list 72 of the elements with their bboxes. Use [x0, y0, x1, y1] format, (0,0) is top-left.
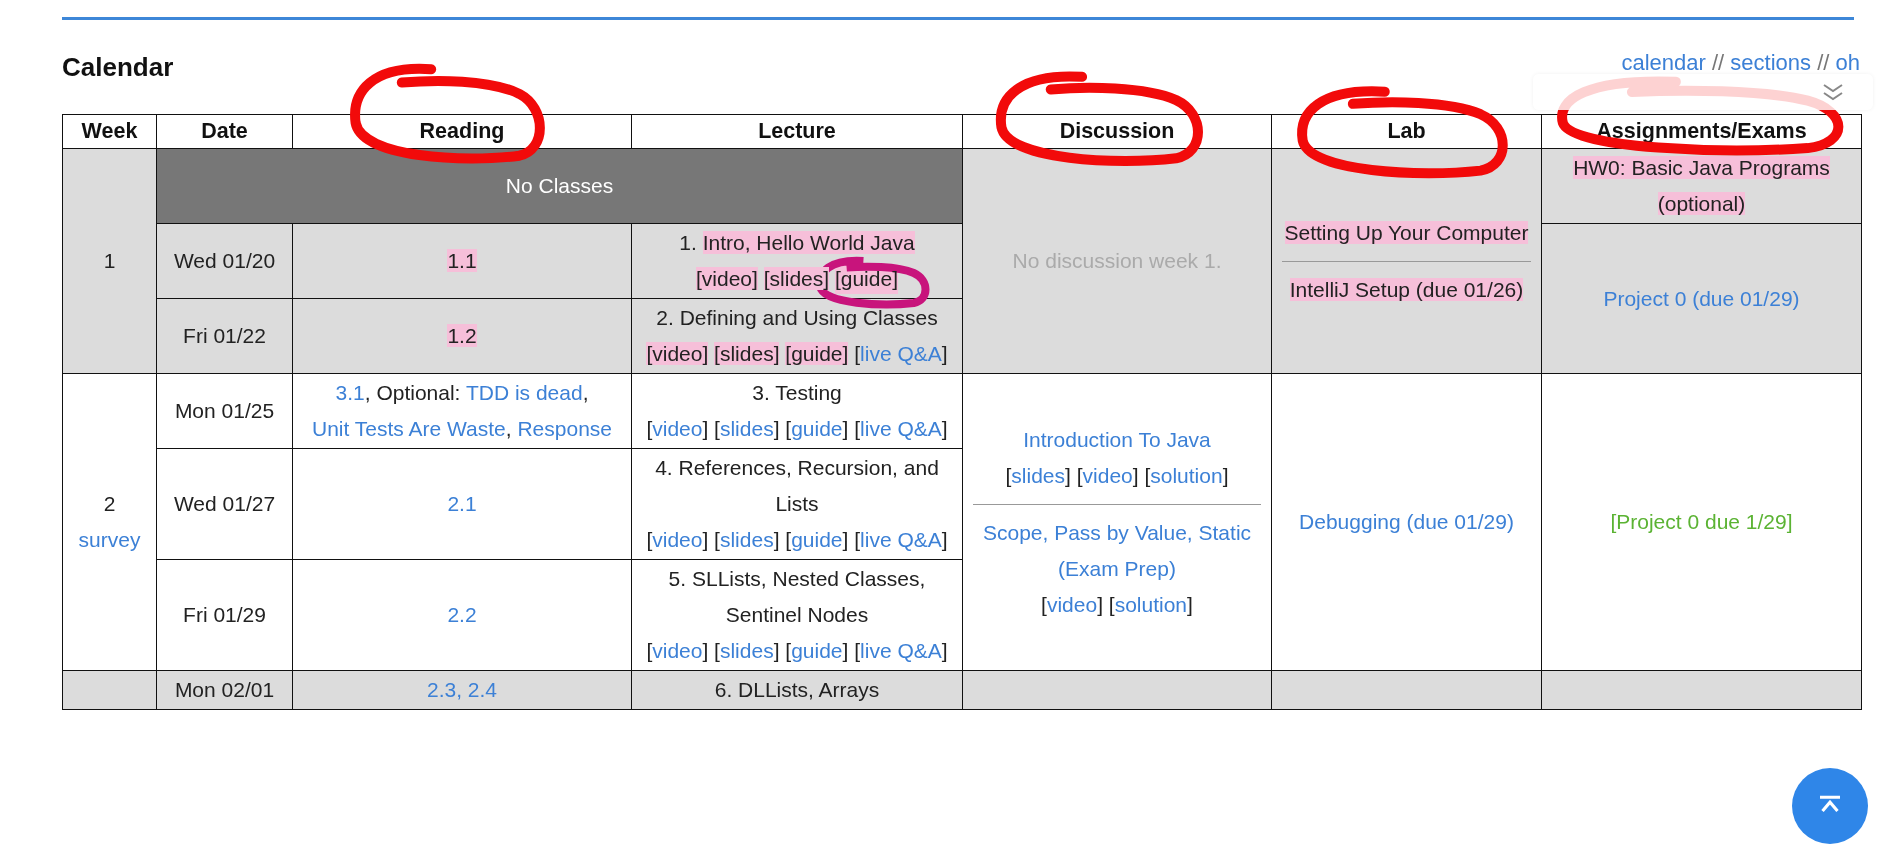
link[interactable]: slides — [719, 417, 774, 440]
link[interactable]: guide — [791, 528, 843, 551]
link[interactable]: Scope, Pass by Value, Static — [982, 520, 1252, 544]
cell-text: 6. DLLists, Arrays — [713, 677, 881, 703]
cell-text: 1. Intro, Hello World Java — [678, 230, 916, 256]
link[interactable]: video — [1046, 592, 1098, 616]
cell-text: [slides] [video] [solution] — [1004, 462, 1230, 489]
link[interactable]: video — [652, 528, 703, 551]
cell-text: HW0: Basic Java Programs (optional) — [1572, 155, 1831, 217]
link[interactable]: video — [1082, 463, 1133, 487]
link[interactable]: live Q&A — [860, 417, 942, 440]
link[interactable]: sections — [1730, 50, 1812, 75]
link[interactable]: calendar — [1621, 50, 1706, 75]
cell-text: [video] [slides] [guide] [live Q&A] — [645, 638, 949, 664]
column-header: Discussion — [1059, 119, 1175, 143]
link[interactable]: live Q&A — [860, 639, 942, 662]
cell-text: [video] [slides] [guide] [live Q&A] — [645, 416, 949, 442]
link[interactable]: survey — [78, 528, 141, 551]
column-header: Week — [81, 119, 138, 143]
link[interactable]: slides — [719, 528, 774, 551]
double-chevron-icon[interactable] — [1821, 82, 1845, 102]
link[interactable]: Response — [517, 417, 612, 440]
link[interactable]: 2.3, 2.4 — [426, 678, 498, 701]
date-cell: Mon 02/01 — [156, 670, 293, 710]
link[interactable]: (Exam Prep) — [1058, 556, 1176, 580]
cell-text: IntelliJ Setup (due 01/26) — [1288, 276, 1525, 303]
cell-text: 1 — [102, 248, 117, 274]
link[interactable]: TDD is dead — [465, 381, 583, 404]
cell-text: 5. SLLists, Nested Classes, Sentinel Nodes — [667, 566, 927, 628]
link[interactable]: guide — [791, 417, 843, 440]
cell-text: [video] [solution] — [1040, 591, 1194, 618]
link[interactable]: slides — [719, 639, 774, 662]
date-cell: Fri 01/22 — [156, 298, 293, 374]
cell-text: Setting Up Your Computer — [1283, 219, 1530, 246]
link[interactable]: video — [652, 417, 703, 440]
link[interactable]: video — [652, 639, 703, 662]
nav-links: calendar // sections // oh — [1621, 50, 1860, 76]
no-classes-banner: No Classes — [156, 148, 963, 224]
cell-text: [video] [slides] [guide] [live Q&A] — [645, 341, 949, 367]
link[interactable]: live Q&A — [860, 528, 942, 551]
cell-text: 3. Testing — [751, 380, 843, 406]
link[interactable]: Unit Tests Are Waste — [312, 417, 506, 440]
column-header: Lab — [1387, 119, 1426, 143]
date-cell: Wed 01/20 — [156, 223, 293, 299]
date-cell: Wed 01/27 — [156, 448, 293, 560]
link[interactable]: 2.1 — [447, 492, 477, 515]
column-header: Reading — [419, 119, 505, 143]
cell-text: 1.2 — [446, 323, 478, 349]
link[interactable]: 3.1 — [335, 381, 365, 404]
column-header: Date — [201, 119, 248, 143]
cell-text: [video] [slides] [guide] [live Q&A] — [645, 527, 949, 553]
link[interactable]: Project 0 (due 01/29) — [1603, 286, 1800, 310]
link[interactable]: Introduction To Java — [1023, 427, 1211, 451]
cell-text: [Project 0 due 1/29] — [1609, 509, 1794, 535]
link[interactable]: guide — [791, 639, 843, 662]
link[interactable]: solution — [1150, 463, 1223, 487]
date-cell: Mon 01/25 — [156, 373, 293, 449]
date-cell: Fri 01/29 — [156, 559, 293, 671]
column-header: Assignments/Exams — [1596, 119, 1807, 143]
link[interactable]: slides — [1011, 463, 1066, 487]
link[interactable]: oh — [1835, 50, 1860, 75]
page-title: Calendar — [62, 52, 174, 83]
link[interactable]: solution — [1114, 592, 1188, 616]
cell-text: 2 — [102, 491, 117, 517]
link[interactable]: live Q&A — [860, 342, 942, 365]
cell-text: 3.1, Optional: TDD is dead, Unit Tests Are Waste, Response — [311, 380, 613, 442]
link[interactable]: Debugging (due 01/29) — [1299, 510, 1514, 533]
link[interactable]: 2.2 — [447, 603, 477, 626]
cell-text: 2. Defining and Using Classes — [655, 305, 939, 331]
cell-text: 4. References, Recursion, and Lists — [654, 455, 940, 517]
cell-text: 1.1 — [446, 248, 478, 274]
column-header: Lecture — [758, 119, 836, 143]
